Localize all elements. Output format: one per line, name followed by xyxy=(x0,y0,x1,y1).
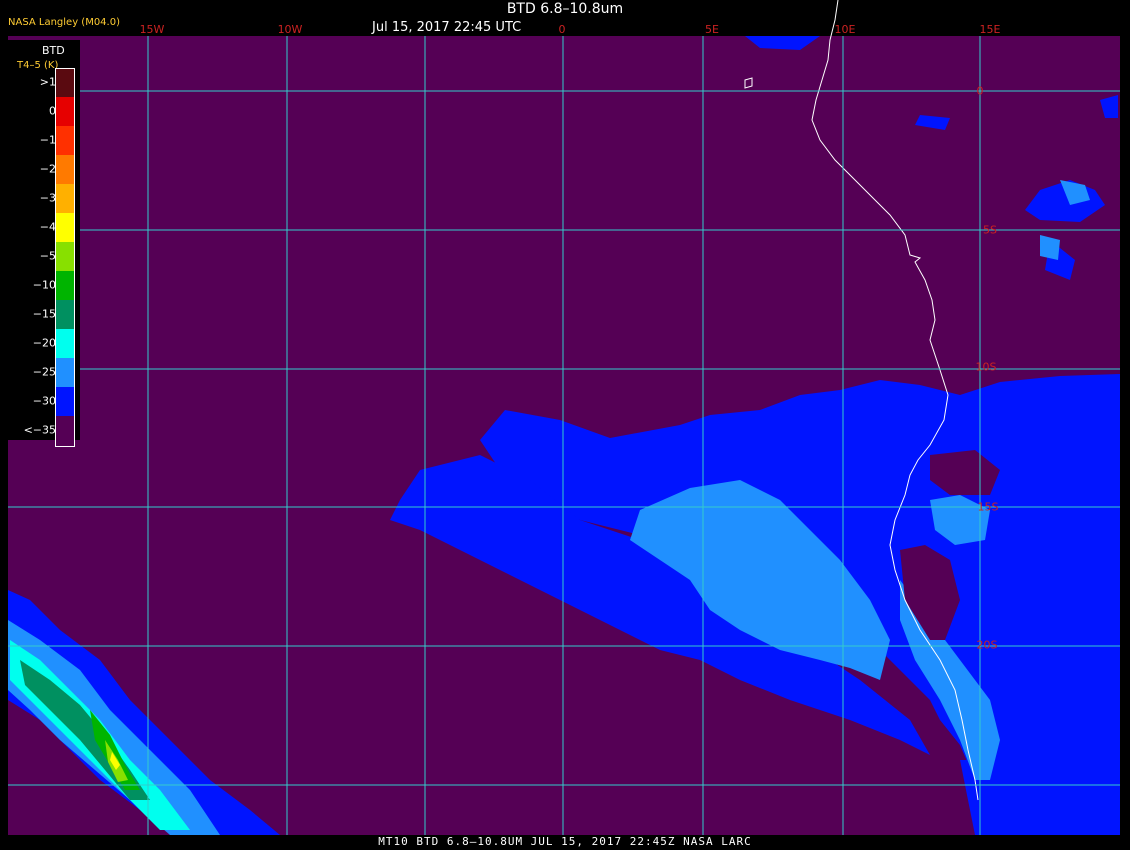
footer-caption: MT10 BTD 6.8–10.8UM JUL 15, 2017 22:45Z … xyxy=(378,835,752,848)
lon-label-10e: 10E xyxy=(834,23,856,36)
legend-label: −1 xyxy=(39,133,56,147)
map-title: BTD 6.8–10.8um xyxy=(506,1,624,17)
legend-label: −20 xyxy=(32,336,56,350)
lat-label-0: 0 xyxy=(976,84,984,98)
legend-label: −30 xyxy=(32,394,56,408)
lat-label-5s: 5S xyxy=(983,223,997,237)
source-label: NASA Langley (M04.0) xyxy=(8,17,120,28)
legend-frame xyxy=(55,67,75,447)
legend-label: −15 xyxy=(32,307,56,321)
lat-label-10s: 10S xyxy=(975,360,997,374)
lon-label-15e: 15E xyxy=(979,23,1001,36)
lat-label-15s: 15S xyxy=(977,500,999,514)
map-datetime: Jul 15, 2017 22:45 UTC xyxy=(372,20,522,35)
lon-label-15w: 15W xyxy=(139,23,165,36)
legend-label: −4 xyxy=(39,220,56,234)
lat-label-20s: 20S xyxy=(976,638,998,652)
color-legend: BTD T4–5 (K) >1 0 −1 −2 −3 −4 −5 −10 −15 −20 −25 −3… xyxy=(6,40,80,447)
btd-satellite-map xyxy=(8,0,1120,835)
lon-label-10w: 10W xyxy=(277,23,303,36)
lon-label-0: 0 xyxy=(558,23,566,36)
legend-label: −10 xyxy=(32,278,56,292)
lon-label-5e: 5E xyxy=(705,23,719,36)
legend-label: >1 xyxy=(39,75,56,89)
legend-label: −25 xyxy=(32,365,56,379)
legend-label: <−35 xyxy=(23,423,56,437)
legend-label: −5 xyxy=(39,249,56,263)
legend-subtitle: T4–5 (K) xyxy=(17,60,59,71)
legend-label: −2 xyxy=(39,162,56,176)
legend-label: −3 xyxy=(39,191,56,205)
legend-title: BTD xyxy=(42,44,65,57)
